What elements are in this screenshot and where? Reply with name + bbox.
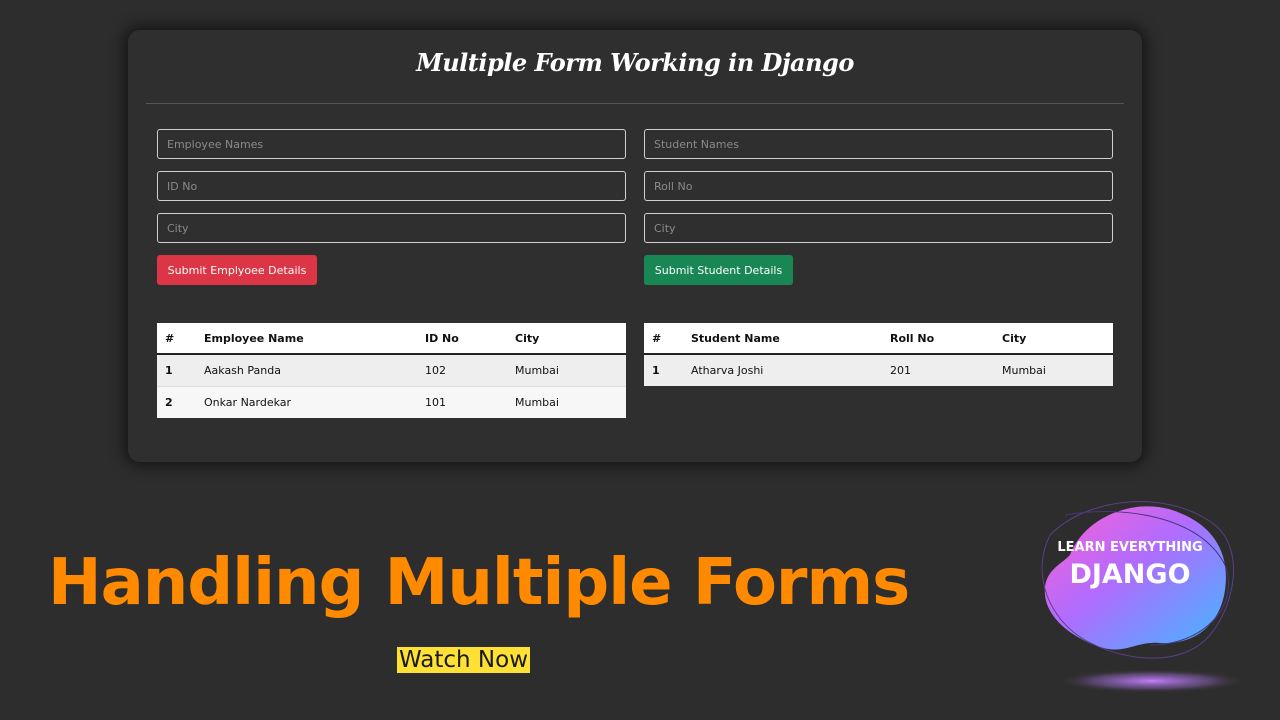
city-cell: Mumbai bbox=[507, 353, 626, 387]
student-name-cell: Atharva Joshi bbox=[683, 353, 882, 386]
id-no-cell: 101 bbox=[417, 386, 507, 418]
column-header-roll-no: Roll No bbox=[882, 323, 994, 355]
row-number: 2 bbox=[157, 386, 196, 418]
django-badge: LEARN EVERYTHING DJANGO bbox=[1040, 540, 1220, 590]
badge-line-1: LEARN EVERYTHING bbox=[1057, 540, 1203, 555]
column-header-city: City bbox=[994, 323, 1113, 355]
table-row: 1 Aakash Panda 102 Mumbai bbox=[157, 353, 626, 387]
watch-now-label[interactable]: Watch Now bbox=[397, 647, 531, 673]
column-header-number: # bbox=[644, 323, 683, 355]
column-header-id-no: ID No bbox=[417, 323, 507, 355]
badge-line-2: DJANGO bbox=[1069, 559, 1191, 590]
column-header-city: City bbox=[507, 323, 626, 355]
student-form: Submit Student Details bbox=[644, 129, 1113, 285]
city-cell: Mumbai bbox=[994, 353, 1113, 386]
django-badge-blob-icon bbox=[1041, 501, 1240, 693]
employee-city-input[interactable] bbox=[157, 213, 626, 243]
city-cell: Mumbai bbox=[507, 386, 626, 418]
row-number: 1 bbox=[157, 353, 196, 387]
column-header-student-name: Student Name bbox=[683, 323, 882, 355]
student-city-input[interactable] bbox=[644, 213, 1113, 243]
table-row: 2 Onkar Nardekar 101 Mumbai bbox=[157, 386, 626, 418]
submit-student-button[interactable]: Submit Student Details bbox=[644, 255, 793, 285]
thumbnail-headline: Handling Multiple Forms bbox=[48, 546, 910, 620]
employee-name-input[interactable] bbox=[157, 129, 626, 159]
column-header-employee-name: Employee Name bbox=[196, 323, 417, 355]
student-table-header: # Student Name Roll No City bbox=[644, 323, 1113, 355]
row-number: 1 bbox=[644, 353, 683, 386]
table-row: 1 Atharva Joshi 201 Mumbai bbox=[644, 353, 1113, 386]
employee-name-cell: Aakash Panda bbox=[196, 353, 417, 387]
django-form-card: Multiple Form Working in Django Submit E… bbox=[128, 30, 1142, 462]
employee-name-cell: Onkar Nardekar bbox=[196, 386, 417, 418]
submit-employee-button[interactable]: Submit Emplyoee Details bbox=[157, 255, 317, 285]
employee-table: # Employee Name ID No City 1 Aakash Pand… bbox=[157, 323, 626, 418]
student-name-input[interactable] bbox=[644, 129, 1113, 159]
id-no-cell: 102 bbox=[417, 353, 507, 387]
employee-id-input[interactable] bbox=[157, 171, 626, 201]
roll-no-cell: 201 bbox=[882, 353, 994, 386]
employee-table-header: # Employee Name ID No City bbox=[157, 323, 626, 355]
student-table: # Student Name Roll No City 1 Atharva Jo… bbox=[644, 323, 1113, 386]
employee-form: Submit Emplyoee Details bbox=[157, 129, 626, 285]
column-header-number: # bbox=[157, 323, 196, 355]
page-title: Multiple Form Working in Django bbox=[416, 48, 854, 77]
student-roll-input[interactable] bbox=[644, 171, 1113, 201]
title-divider bbox=[146, 103, 1124, 104]
